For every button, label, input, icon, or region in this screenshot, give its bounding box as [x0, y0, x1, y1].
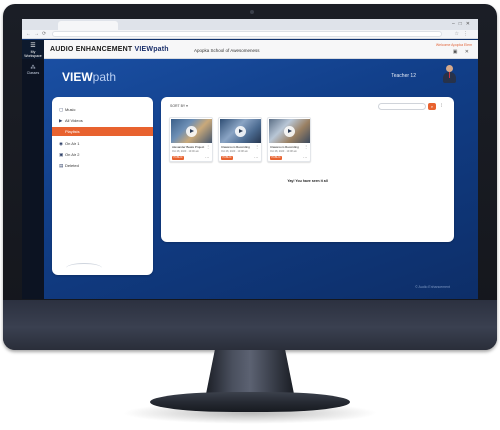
sidebar-item-all-videos[interactable]: ▶ All Videos: [52, 116, 153, 125]
sidebar-item-music[interactable]: ▢ Music: [52, 105, 153, 114]
video-thumbnail[interactable]: [171, 119, 212, 143]
status-badge: PUBLIC: [172, 156, 184, 160]
video-title: Classroom Recording: [270, 145, 299, 149]
sidebar-item-playlists[interactable]: Playlists: [52, 127, 153, 136]
options-icon[interactable]: ⋯: [303, 155, 307, 160]
avatar[interactable]: [442, 65, 456, 83]
left-rail: ⁂ Classes: [22, 59, 44, 299]
rail-item-classes[interactable]: ⁂ Classes: [22, 65, 44, 75]
webcam-dot: [250, 10, 254, 14]
end-of-list-message: Yay! You have seen it all: [287, 179, 328, 183]
sidebar-item-on-air-2[interactable]: ▣ On Air 2: [52, 150, 153, 159]
window-controls[interactable]: –□✕: [452, 21, 474, 27]
video-card[interactable]: Classroom Recording ⋮ Oct 28, 2020 · 10:…: [218, 117, 262, 162]
workspace-menu-label: My Workspace: [24, 50, 42, 58]
school-name: Apopka School of Awesomeness: [194, 48, 260, 53]
app-header: ☰ My Workspace AUDIO ENHANCEMENT VIEWpat…: [22, 40, 478, 59]
video-thumbnail[interactable]: [269, 119, 310, 143]
sidebar-item-label: Playlists: [65, 129, 80, 134]
sidebar-item-label: All Videos: [65, 118, 83, 123]
play-icon[interactable]: [235, 126, 246, 137]
view-toggle-icon[interactable]: ⁞: [438, 103, 445, 110]
browser-tab[interactable]: [58, 21, 118, 30]
workspace-menu-button[interactable]: ☰ My Workspace: [22, 40, 44, 59]
more-icon[interactable]: ⋮: [255, 144, 259, 149]
header-right: Welcome Apopka Elem ▣ ✕: [436, 43, 472, 55]
video-meta: Oct 28, 2020 · 10:00 am: [172, 150, 199, 153]
screen: –□✕ ←→⟳ ☆⋮ ☰ My Workspace AUDIO ENHANCEM…: [22, 19, 478, 299]
sidebar-item-label: On Air 1: [65, 141, 80, 146]
header-icons[interactable]: ▣ ✕: [436, 49, 472, 55]
browser-tab-strip: –□✕: [22, 19, 478, 30]
viewpath-brand: VIEWpath: [62, 70, 116, 84]
video-card[interactable]: Alexander Beats Project ⋮ Oct 28, 2020 ·…: [169, 117, 213, 162]
browser-nav-buttons[interactable]: ←→⟳: [26, 31, 49, 37]
sidebar-item-label: Deleted: [65, 163, 79, 168]
welcome-link[interactable]: Welcome Apopka Elem: [436, 43, 472, 47]
monitor-stand-base: [150, 392, 350, 412]
play-icon[interactable]: [284, 126, 295, 137]
video-thumbnail[interactable]: [220, 119, 261, 143]
avatar-tie: [449, 72, 450, 78]
sort-dropdown[interactable]: SORT BY ▾: [170, 104, 188, 108]
sidebar-item-on-air-1[interactable]: ◉ On Air 1: [52, 139, 153, 148]
brand-light: path: [92, 70, 117, 84]
browser-toolbar: ←→⟳ ☆⋮: [22, 30, 478, 39]
status-badge: PUBLIC: [221, 156, 233, 160]
video-card[interactable]: Classroom Recording ⋮ Oct 28, 2020 · 10:…: [267, 117, 311, 162]
options-icon[interactable]: ⋯: [205, 155, 209, 160]
hamburger-icon: ☰: [30, 43, 36, 49]
video-meta: Oct 28, 2020 · 10:08 am: [270, 150, 297, 153]
brand-bold: VIEW: [62, 70, 93, 84]
video-library: SORT BY ▾ ⌕ ⁞ Alexander Beats Project ⋮ …: [161, 97, 454, 242]
browser-toolbar-icons[interactable]: ☆⋮: [455, 31, 472, 37]
teacher-name[interactable]: Teacher 12: [391, 73, 416, 79]
video-title: Classroom Recording: [221, 145, 250, 149]
sidebar-menu: ▢ Music ▶ All Videos Playlists ◉ On Air 1 ▣…: [52, 97, 153, 275]
sidebar-item-label: Music: [65, 107, 76, 112]
more-icon[interactable]: ⋮: [206, 144, 210, 149]
video-meta: Oct 28, 2020 · 10:08 am: [221, 150, 248, 153]
play-icon[interactable]: [186, 126, 197, 137]
footer-copyright: © Audio Enhancement: [415, 285, 450, 289]
address-bar[interactable]: [52, 31, 442, 37]
monitor-chin: [3, 300, 497, 350]
sidebar-item-deleted[interactable]: ▤ Deleted: [52, 161, 153, 170]
app-logo-main: AUDIO ENHANCEMENT: [50, 46, 133, 53]
video-title: Alexander Beats Project: [172, 145, 205, 149]
app-logo[interactable]: AUDIO ENHANCEMENT VIEWpath: [50, 46, 169, 53]
sidebar-item-label: On Air 2: [65, 152, 80, 157]
menu-decoration: [66, 263, 102, 273]
avatar-head: [446, 65, 453, 72]
monitor-stand-neck: [206, 350, 294, 394]
status-badge: PUBLIC: [270, 156, 282, 160]
app-logo-viewpath: VIEWpath: [134, 46, 169, 53]
rail-item-label: Classes: [26, 71, 40, 75]
search-button[interactable]: ⌕: [428, 103, 436, 110]
options-icon[interactable]: ⋯: [254, 155, 258, 160]
more-icon[interactable]: ⋮: [304, 144, 308, 149]
search-input[interactable]: [378, 103, 426, 110]
